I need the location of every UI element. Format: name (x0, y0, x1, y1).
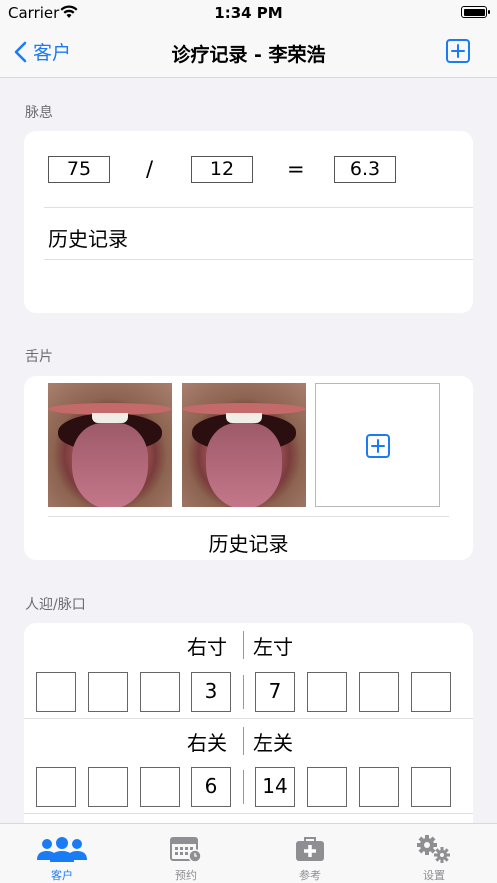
divider (24, 718, 473, 719)
plus-square-icon (446, 39, 470, 63)
right-guan-cell-3[interactable] (140, 767, 180, 807)
status-time: 1:34 PM (214, 4, 283, 22)
tongue-section-label: 舌片 (25, 349, 53, 365)
add-photo-button[interactable] (315, 383, 440, 507)
divider (44, 207, 473, 208)
tongue-history-link[interactable]: 历史记录 (24, 528, 473, 557)
equals-operator: = (287, 157, 305, 181)
right-guan-cell-1[interactable] (36, 767, 76, 807)
divider (48, 516, 449, 517)
pulse-value-a-field[interactable]: 75 (48, 156, 110, 183)
right-guan-cell-4[interactable]: 6 (191, 767, 231, 807)
pulse-history-link[interactable]: 历史记录 (48, 223, 128, 252)
tab-label: 预约 (175, 869, 197, 882)
right-cun-label: 右寸 (187, 635, 227, 659)
plus-square-icon (366, 434, 390, 458)
left-guan-cell-4[interactable] (411, 767, 451, 807)
pulse-positions-card: 右寸 左寸 3 7 右关 左关 6 14 (24, 623, 473, 843)
tab-label: 设置 (423, 869, 445, 882)
right-cun-cell-2[interactable] (88, 672, 128, 712)
pulse-positions-section-label: 人迎/脉口 (25, 597, 86, 613)
add-record-button[interactable] (446, 39, 470, 67)
right-cun-cell-1[interactable] (36, 672, 76, 712)
battery-icon (461, 6, 490, 18)
divider (24, 813, 473, 814)
pulse-rate-card: 75 / 12 = 6.3 历史记录 (24, 131, 473, 313)
medical-kit-icon (248, 832, 372, 866)
pulse-value-b-field[interactable]: 12 (191, 156, 253, 183)
gears-icon (372, 832, 496, 866)
right-guan-cell-2[interactable] (88, 767, 128, 807)
page-title: 诊疗记录 - 李荣浩 (171, 44, 326, 66)
status-bar: Carrier 1:34 PM (0, 0, 497, 28)
left-guan-label: 左关 (253, 731, 293, 755)
tab-appointments[interactable]: 预约 (124, 824, 248, 883)
left-guan-cell-1[interactable]: 14 (255, 767, 295, 807)
right-cun-cell-3[interactable] (140, 672, 180, 712)
column-separator (243, 727, 244, 755)
divider (44, 259, 473, 260)
tab-bar: 客户 预约 参考 设置 (0, 823, 497, 883)
right-guan-label: 右关 (187, 731, 227, 755)
tab-settings[interactable]: 设置 (372, 824, 496, 883)
column-separator (243, 675, 244, 709)
left-cun-cell-3[interactable] (359, 672, 399, 712)
tab-customers[interactable]: 客户 (0, 824, 124, 883)
left-cun-cell-4[interactable] (411, 672, 451, 712)
tongue-photo-1[interactable] (48, 383, 172, 507)
column-separator (243, 770, 244, 804)
divide-operator: / (146, 157, 154, 181)
right-cun-cell-4[interactable]: 3 (191, 672, 231, 712)
left-guan-cell-3[interactable] (359, 767, 399, 807)
left-cun-label: 左寸 (253, 635, 293, 659)
column-separator (243, 631, 244, 659)
calendar-icon (124, 832, 248, 866)
people-icon (0, 832, 124, 866)
tab-reference[interactable]: 参考 (248, 824, 372, 883)
tongue-photos-card: 历史记录 (24, 376, 473, 560)
tab-label: 客户 (51, 869, 73, 882)
left-cun-cell-1[interactable]: 7 (255, 672, 295, 712)
left-guan-cell-2[interactable] (307, 767, 347, 807)
navigation-bar: 客户 诊疗记录 - 李荣浩 (0, 28, 497, 78)
pulse-result-field: 6.3 (334, 156, 396, 183)
tongue-photo-2[interactable] (182, 383, 306, 507)
pulse-rate-section-label: 脉息 (25, 105, 53, 121)
tab-label: 参考 (299, 869, 321, 882)
left-cun-cell-2[interactable] (307, 672, 347, 712)
